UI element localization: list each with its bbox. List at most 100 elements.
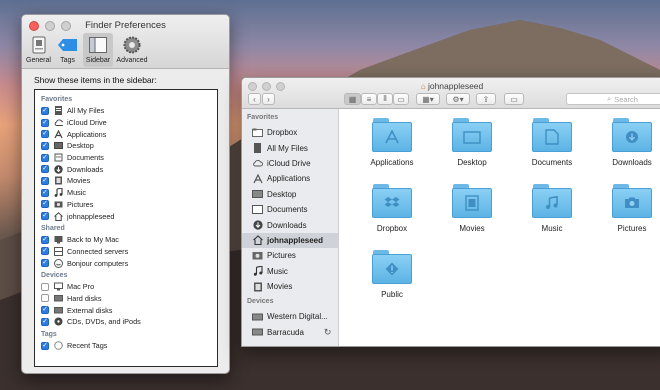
computer-icon — [54, 282, 63, 291]
sidebar-item-all-my-files[interactable]: All My Files — [242, 140, 338, 155]
checkbox[interactable]: ✓ — [41, 212, 49, 221]
pref-item-desktop[interactable]: ✓ Desktop — [39, 140, 213, 152]
icon-view-button[interactable]: ▦ — [344, 93, 361, 105]
forward-button[interactable]: › — [262, 93, 275, 105]
sidebar-icon — [88, 35, 108, 55]
sidebar-item-pictures[interactable]: Pictures — [242, 248, 338, 263]
folder-label: Documents — [531, 158, 573, 167]
sidebar-item-label: Documents — [267, 205, 308, 215]
sidebar-item-johnappleseed[interactable]: johnappleseed — [242, 232, 338, 249]
folder-item-desktop[interactable]: Desktop — [432, 118, 512, 167]
checkbox[interactable]: ✓ — [41, 235, 49, 244]
folder-item-applications[interactable]: Applications — [352, 118, 432, 167]
sync-icon[interactable]: ↻ — [324, 327, 332, 338]
folder-item-downloads[interactable]: Downloads — [592, 118, 660, 167]
folder-label: Music — [541, 224, 563, 233]
desktop-icon — [54, 141, 63, 150]
disc-icon — [54, 317, 63, 326]
pref-item-bonjour-computers[interactable]: ✓ Bonjour computers — [39, 257, 213, 269]
checkbox[interactable]: ✓ — [41, 341, 49, 350]
checkbox[interactable] — [41, 282, 49, 291]
pref-item-documents[interactable]: ✓ Documents — [39, 152, 213, 164]
pref-item-movies[interactable]: ✓ Movies — [39, 175, 213, 187]
pref-item-label: Desktop — [67, 141, 94, 151]
column-view-button[interactable]: ⫴ — [377, 93, 393, 105]
sidebar-item-label: Pictures — [267, 251, 296, 261]
pref-item-back-to-my-mac[interactable]: ✓ Back to My Mac — [39, 234, 213, 246]
checkbox[interactable] — [41, 294, 49, 303]
checkbox[interactable]: ✓ — [41, 317, 49, 326]
checkbox[interactable]: ✓ — [41, 200, 49, 209]
tab-tags[interactable]: Tags — [54, 33, 81, 67]
share-button[interactable]: ⇪ — [476, 93, 496, 105]
folder-item-music[interactable]: Music — [512, 184, 592, 233]
tag-icon — [57, 35, 78, 55]
folder-item-pictures[interactable]: Pictures — [592, 184, 660, 233]
cloud-icon — [252, 158, 263, 168]
window-title: ⌂ johnappleseed — [242, 81, 660, 91]
checkbox[interactable]: ✓ — [41, 130, 49, 139]
tab-general[interactable]: General — [25, 33, 52, 67]
checkbox[interactable]: ✓ — [41, 118, 49, 127]
folder-label: Pictures — [617, 224, 647, 233]
recent-tags-icon — [54, 341, 63, 350]
pref-item-mac-pro[interactable]: Mac Pro — [39, 281, 213, 293]
applications-icon — [252, 173, 263, 184]
pref-item-connected-servers[interactable]: ✓ Connected servers — [39, 246, 213, 258]
pref-item-home[interactable]: ✓ johnappleseed — [39, 210, 213, 222]
checkbox[interactable]: ✓ — [41, 247, 49, 256]
list-view-button[interactable]: ≡ — [361, 93, 377, 105]
folder-item-dropbox[interactable]: Dropbox — [352, 184, 432, 233]
sidebar-item-barracuda[interactable]: Barracuda ↻ — [242, 325, 338, 340]
folder-item-movies[interactable]: Movies — [432, 184, 512, 233]
arrange-button[interactable]: ▦▾ — [416, 93, 440, 105]
tag-icon: ▭ — [510, 94, 518, 104]
downloads-icon — [54, 165, 63, 174]
folder-item-public[interactable]: Public — [352, 250, 432, 299]
checkbox[interactable]: ✓ — [41, 188, 49, 197]
tag-button[interactable]: ▭ — [504, 93, 524, 105]
action-button[interactable]: ⚙▾ — [446, 93, 470, 105]
tab-sidebar[interactable]: Sidebar — [83, 33, 113, 67]
pref-item-applications[interactable]: ✓ Applications — [39, 128, 213, 140]
checkbox[interactable]: ✓ — [41, 141, 49, 150]
pref-item-music[interactable]: ✓ Music — [39, 187, 213, 199]
checkbox[interactable]: ✓ — [41, 153, 49, 162]
pref-item-downloads[interactable]: ✓ Downloads — [39, 163, 213, 175]
tab-general-label: General — [26, 57, 51, 64]
tab-sidebar-label: Sidebar — [85, 57, 111, 64]
music-folder-icon — [532, 184, 572, 218]
sidebar-item-movies[interactable]: Movies — [242, 279, 338, 294]
downloads-icon — [252, 220, 263, 230]
checkbox[interactable]: ✓ — [41, 176, 49, 185]
preferences-titlebar: Finder Preferences General Tags Sidebar — [22, 15, 229, 69]
checkbox[interactable]: ✓ — [41, 165, 49, 174]
pref-item-label: Hard disks — [67, 293, 102, 303]
pref-item-label: Mac Pro — [67, 282, 95, 292]
sidebar-item-dropbox[interactable]: Dropbox — [242, 125, 338, 140]
tab-advanced[interactable]: Advanced — [115, 33, 149, 67]
search-input[interactable]: ⌕ Search — [566, 93, 660, 105]
sidebar-item-downloads[interactable]: Downloads — [242, 217, 338, 232]
sidebar-item-western-digital[interactable]: Western Digital... — [242, 309, 338, 324]
pref-item-hard-disks[interactable]: Hard disks — [39, 293, 213, 305]
sidebar-item-desktop[interactable]: Desktop — [242, 187, 338, 202]
sidebar-item-applications[interactable]: Applications — [242, 171, 338, 186]
sidebar-item-icloud-drive[interactable]: iCloud Drive — [242, 156, 338, 171]
pref-item-pictures[interactable]: ✓ Pictures — [39, 199, 213, 211]
movies-icon — [54, 176, 63, 185]
pref-item-recent-tags[interactable]: ✓ Recent Tags — [39, 340, 213, 352]
sidebar-item-music[interactable]: Music — [242, 264, 338, 279]
folder-item-documents[interactable]: Documents — [512, 118, 592, 167]
checkbox[interactable]: ✓ — [41, 106, 49, 115]
pref-item-external-disks[interactable]: ✓ External disks — [39, 304, 213, 316]
checkbox[interactable]: ✓ — [41, 259, 49, 268]
pref-item-label: Bonjour computers — [67, 258, 129, 268]
sidebar-item-documents[interactable]: Documents — [242, 202, 338, 217]
pref-item-all-my-files[interactable]: ✓ All My Files — [39, 105, 213, 117]
pref-item-icloud-drive[interactable]: ✓ iCloud Drive — [39, 117, 213, 129]
cover-flow-button[interactable]: ▭ — [393, 93, 409, 105]
back-button[interactable]: ‹ — [248, 93, 261, 105]
pref-item-cds-dvds-ipods[interactable]: ✓ CDs, DVDs, and iPods — [39, 316, 213, 328]
checkbox[interactable]: ✓ — [41, 306, 49, 315]
